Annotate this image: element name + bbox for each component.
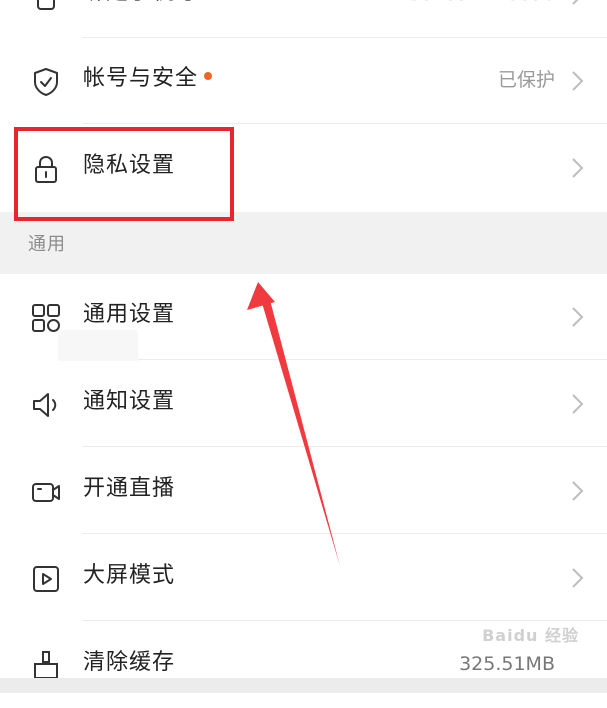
clear-cache-label: 清除缓存 <box>83 650 176 675</box>
notification-settings-label: 通知设置 <box>83 389 176 414</box>
chevron-right-icon <box>569 304 587 330</box>
big-screen-mode-label: 大屏模式 <box>83 563 176 588</box>
live-streaming-row[interactable]: 开通直播 <box>0 448 607 534</box>
bound-phone-row[interactable]: 绑定手机号 +86185****8898 <box>0 0 607 38</box>
chevron-right-icon <box>569 0 587 8</box>
bound-phone-label: 绑定手机号 <box>83 0 198 9</box>
big-screen-mode-row[interactable]: 大屏模式 <box>0 535 607 621</box>
chevron-right-icon <box>569 391 587 417</box>
shield-check-icon <box>30 66 62 98</box>
bottom-bar <box>0 678 607 693</box>
video-camera-icon <box>30 476 62 508</box>
live-streaming-label: 开通直播 <box>83 476 176 501</box>
general-section-header: 通用 <box>0 212 607 274</box>
account-security-label: 帐号与安全 <box>83 63 213 95</box>
phone-icon <box>30 0 62 12</box>
cache-size-value: 325.51MB <box>459 653 555 675</box>
chevron-right-icon <box>569 155 587 181</box>
new-badge-dot <box>204 72 213 80</box>
section-title: 通用 <box>28 234 66 255</box>
chevron-right-icon <box>569 565 587 591</box>
grid-icon <box>30 302 62 334</box>
play-screen-icon <box>30 563 62 595</box>
general-settings-label: 通用设置 <box>83 302 176 327</box>
notification-settings-row[interactable]: 通知设置 <box>0 361 607 447</box>
chevron-right-icon <box>569 478 587 504</box>
speaker-icon <box>30 389 62 421</box>
chevron-right-icon <box>569 68 587 94</box>
highlight-box <box>14 127 234 221</box>
baidu-watermark: Baidu 经验 <box>482 626 579 645</box>
bound-phone-value: +86185****8898 <box>392 0 555 8</box>
account-security-status: 已保护 <box>497 69 555 91</box>
account-security-row[interactable]: 帐号与安全 已保护 <box>0 38 607 124</box>
